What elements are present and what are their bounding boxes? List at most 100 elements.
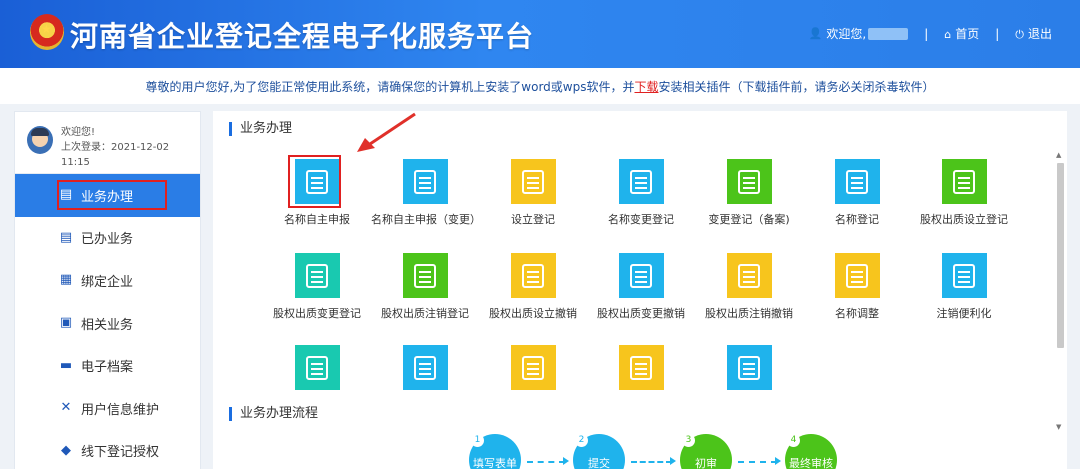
business-tile[interactable]: 名称自主申报（变更） (371, 159, 481, 227)
home-icon: ⌂ (944, 28, 952, 41)
sidebar-item-label: 用户信息维护 (81, 402, 160, 418)
business-icon (834, 159, 880, 204)
sidebar-item-business[interactable]: ▤ 业务办理 (15, 174, 200, 217)
tile-label: 股权出质注销登记 (381, 307, 469, 320)
business-icon (941, 253, 987, 298)
business-icon (726, 345, 772, 390)
business-icon (618, 345, 664, 390)
flow-arrow (527, 457, 569, 465)
tile-label: 股权出质设立登记 (920, 213, 1008, 226)
flow-step: 2 提交 (573, 434, 625, 469)
flow-arrow (738, 457, 781, 465)
business-icon (618, 159, 664, 204)
building-icon: ▦ (59, 272, 73, 288)
search-document-icon: ▣ (59, 315, 73, 331)
sidebar-item-related[interactable]: ▣ 相关业务 (15, 302, 200, 345)
tile-label: 设立登记 (511, 213, 555, 226)
sidebar-item-label: 电子档案 (81, 360, 134, 376)
tile-label: 名称变更登记 (608, 213, 674, 226)
business-icon (402, 345, 448, 390)
flow-step-number: 4 (787, 434, 800, 447)
business-icon (726, 253, 772, 298)
business-tile[interactable]: 股权出质变更登记 (263, 253, 371, 321)
tile-label: 名称登记 (835, 213, 879, 226)
archive-icon: ▬ (59, 357, 73, 373)
tile-label: 名称调整 (835, 307, 879, 320)
business-tile[interactable] (695, 345, 803, 399)
scroll-up-icon[interactable]: ▲ (1056, 151, 1061, 159)
business-tile[interactable]: 注销便利化 (910, 253, 1018, 321)
tile-label: 股权出质变更登记 (273, 307, 361, 320)
business-icon (510, 253, 556, 298)
business-tile[interactable] (371, 345, 479, 399)
business-tile[interactable] (479, 345, 587, 399)
flow-step-label: 初审 (695, 457, 717, 469)
business-tile[interactable]: 股权出质设立登记 (910, 159, 1018, 227)
flow-step-number: 1 (471, 434, 484, 447)
welcome-text: 欢迎您, (826, 27, 867, 41)
nav-separator: | (995, 26, 1000, 41)
tile-label: 股权出质设立撤销 (489, 307, 577, 320)
user-icon: 👤 (808, 27, 823, 40)
tile-label: 名称自主申报（变更） (371, 213, 481, 226)
business-icon (402, 159, 448, 204)
greeting: 欢迎您! (61, 127, 96, 138)
logout-link[interactable]: ⏻ 退出 (1015, 25, 1052, 42)
flow-step: 4 最终审核 (785, 434, 837, 469)
national-emblem-icon: ★ (30, 14, 64, 50)
checklist-icon: ▤ (59, 229, 73, 245)
sidebar-item-archive[interactable]: ▬ 电子档案 (15, 344, 200, 387)
business-tile[interactable]: 股权出质注销撤销 (695, 253, 803, 321)
tools-icon: ✕ (60, 400, 72, 416)
flow-title: 业务办理流程 (229, 407, 318, 421)
flow-step-number: 3 (682, 434, 695, 447)
flow-step-number: 2 (575, 434, 588, 447)
sidebar: 欢迎您! 上次登录：2021-12-02 11:15 ▤ 业务办理 ▤ 已办业务… (14, 111, 201, 469)
scrollbar[interactable]: ▲ ▼ (1056, 151, 1064, 431)
sidebar-item-bind-company[interactable]: ▦ 绑定企业 (15, 259, 200, 302)
business-icon (834, 253, 880, 298)
highlight-box (57, 180, 167, 210)
home-link[interactable]: ⌂ 首页 (944, 25, 979, 42)
tile-label: 股权出质注销撤销 (705, 307, 793, 320)
business-icon (941, 159, 987, 204)
sidebar-item-user-info[interactable]: ✕ 用户信息维护 (15, 387, 200, 430)
business-tile[interactable]: 股权出质变更撤销 (587, 253, 695, 321)
home-label: 首页 (955, 27, 980, 41)
flow-step-label: 填写表单 (473, 457, 517, 469)
tile-label: 变更登记（备案) (708, 213, 790, 226)
sidebar-item-label: 相关业务 (81, 317, 134, 333)
flow-step-label: 最终审核 (789, 457, 833, 469)
welcome-panel: 欢迎您! 上次登录：2021-12-02 11:15 (15, 112, 200, 174)
business-icon (294, 345, 340, 390)
sidebar-item-label: 线下登记授权 (81, 445, 160, 461)
business-tile[interactable]: 股权出质注销登记 (371, 253, 479, 321)
business-tile[interactable]: 股权出质设立撤销 (479, 253, 587, 321)
logout-label: 退出 (1027, 27, 1052, 41)
flow-step-label: 提交 (588, 457, 610, 469)
business-tile[interactable] (263, 345, 371, 399)
last-login: 上次登录：2021-12-02 11:15 (61, 142, 170, 168)
scroll-down-icon[interactable]: ▼ (1056, 423, 1061, 431)
power-icon: ⏻ (1015, 28, 1024, 41)
business-tile[interactable]: 名称调整 (803, 253, 911, 321)
business-icon (510, 159, 556, 204)
business-tile[interactable]: 名称登记 (803, 159, 911, 227)
top-nav: 👤 欢迎您, | ⌂ 首页 | ⏻ 退出 (809, 25, 1052, 42)
sidebar-item-offline-auth[interactable]: ◆ 线下登记授权 (15, 430, 200, 469)
business-tile[interactable]: 设立登记 (479, 159, 587, 227)
top-header: ★ 河南省企业登记全程电子化服务平台 👤 欢迎您, | ⌂ 首页 | ⏻ 退出 (0, 0, 1080, 68)
sidebar-item-label: 绑定企业 (81, 274, 134, 290)
business-tile[interactable]: 变更登记（备案) (695, 159, 803, 227)
scrollbar-thumb[interactable] (1057, 163, 1064, 348)
business-icon (618, 253, 664, 298)
sidebar-item-completed[interactable]: ▤ 已办业务 (15, 217, 200, 260)
tile-label: 注销便利化 (936, 307, 992, 320)
red-arrow-annotation (357, 112, 416, 152)
main-panel: 业务办理 名称自主申报 名称自主申报（变更） 设立登记 名称变更登记 变更登记（备案) 名… (213, 111, 1067, 469)
site-title: 河南省企业登记全程电子化服务平台 (70, 20, 535, 53)
download-link[interactable]: 下载 (634, 80, 658, 94)
business-icon (402, 253, 448, 298)
business-tile[interactable]: 名称变更登记 (587, 159, 695, 227)
business-tile[interactable] (587, 345, 695, 399)
